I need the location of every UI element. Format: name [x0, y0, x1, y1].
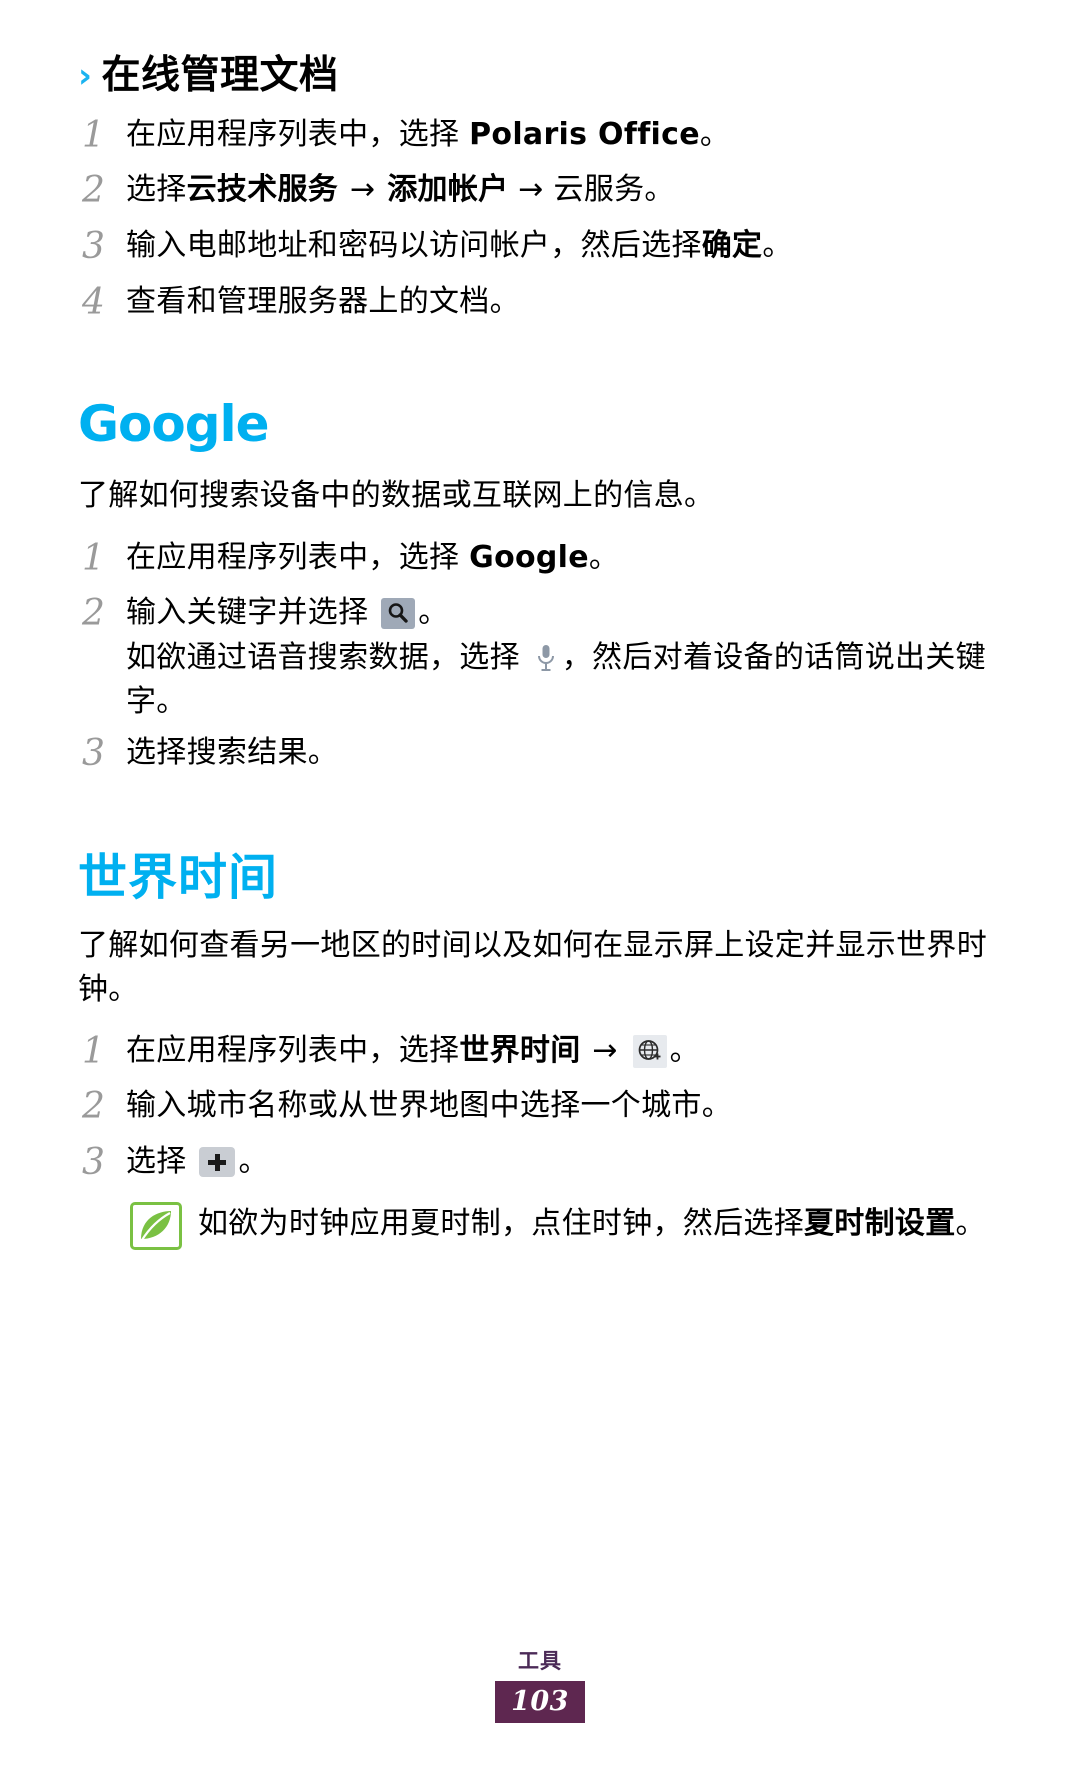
- list-item: 2 输入关键字并选择 。 如欲通过语音搜索数据，选择 ，然后对着设备的话筒说出关…: [78, 589, 1000, 723]
- step-text: 选择 。: [126, 1138, 1000, 1183]
- world-time-steps: 1 在应用程序列表中，选择世界时间 → 。 2 输入城市名称或从世界地图中选择一…: [78, 1027, 1000, 1188]
- note-leaf-icon: [130, 1201, 182, 1250]
- step-substep-text: 如欲通过语音搜索数据，选择 ，然后对着设备的话筒说出关键字。: [126, 636, 1000, 722]
- step-text-part: 。: [669, 1032, 700, 1068]
- step-text: 选择搜索结果。: [126, 734, 339, 770]
- note-text-part: 。: [955, 1205, 986, 1241]
- step-text-emphasis: 确定: [701, 228, 763, 264]
- step-text-part: 在应用程序列表中，选择: [126, 539, 470, 575]
- google-intro-paragraph: 了解如何搜索设备中的数据或互联网上的信息。: [78, 478, 715, 514]
- step-number: 3: [82, 1142, 105, 1184]
- list-item: 3 选择搜索结果。: [78, 729, 1000, 779]
- google-steps: 1 在应用程序列表中，选择 Google。 2 输入关键字并选择 。 如欲通过语…: [78, 534, 1000, 779]
- list-item: 3 选择 。: [78, 1138, 1000, 1188]
- step-number: 4: [82, 281, 105, 323]
- note-text-emphasis: 夏时制设置: [804, 1205, 956, 1241]
- list-item: 1 在应用程序列表中，选择 Polaris Office。: [78, 111, 1000, 161]
- list-item: 2 输入城市名称或从世界地图中选择一个城市。: [78, 1082, 1000, 1132]
- step-number: 3: [82, 226, 105, 268]
- note-text: 如欲为时钟应用夏时制，点住时钟，然后选择夏时制设置。: [198, 1202, 986, 1246]
- microphone-icon: [533, 642, 559, 674]
- step-text: 输入关键字并选择 。 如欲通过语音搜索数据，选择 ，然后对着设备的话筒说出关键字…: [126, 589, 1000, 723]
- step-text-part: → 云服务。: [508, 172, 675, 208]
- step-text: 在应用程序列表中，选择 Google。: [126, 534, 1000, 579]
- step-number: 1: [82, 1030, 105, 1072]
- chevron-right-icon: ›: [78, 56, 93, 96]
- subsection-heading-text: 在线管理文档: [101, 53, 339, 98]
- step-text: 查看和管理服务器上的文档。: [126, 283, 520, 319]
- step-text: 输入电邮地址和密码以访问帐户，然后选择确定。: [126, 222, 1000, 267]
- step-text-emphasis: 云技术服务: [186, 172, 339, 208]
- step-text-emphasis: 添加帐户: [387, 172, 509, 208]
- step-text-emphasis: 世界时间: [459, 1032, 581, 1068]
- step-text-part: 。: [762, 228, 793, 264]
- arrow-separator: →: [582, 1032, 628, 1068]
- step-text-part: 。: [588, 539, 620, 575]
- step-text-part: 。: [238, 1144, 269, 1180]
- section-heading-world-time: 世界时间: [78, 848, 279, 906]
- step-text-part: 输入电邮地址和密码以访问帐户，然后选择: [126, 228, 702, 264]
- step-text-part: 。: [418, 595, 449, 631]
- section-heading-google: Google: [78, 395, 270, 454]
- plus-icon: [199, 1147, 236, 1178]
- list-item: 3 输入电邮地址和密码以访问帐户，然后选择确定。: [78, 222, 1000, 272]
- manual-page: › 在线管理文档 1 在应用程序列表中，选择 Polaris Office。 2…: [0, 0, 1080, 1771]
- subsection-heading: › 在线管理文档: [78, 52, 1000, 101]
- substep-text-part: 如欲通过语音搜索数据，选择: [126, 640, 530, 676]
- step-text-part: 。: [699, 116, 731, 152]
- search-icon: [381, 598, 416, 630]
- step-text-part: 选择: [126, 172, 187, 208]
- step-text-part: 在应用程序列表中，选择: [126, 1032, 460, 1068]
- step-text-part: 输入关键字并选择: [126, 595, 379, 631]
- step-text: 输入城市名称或从世界地图中选择一个城市。: [126, 1088, 732, 1124]
- step-number: 2: [82, 593, 105, 635]
- subsection-steps: 1 在应用程序列表中，选择 Polaris Office。 2 选择云技术服务 …: [78, 111, 1000, 328]
- step-text-emphasis: Google: [469, 539, 589, 575]
- note-text-part: 如欲为时钟应用夏时制，点住时钟，然后选择: [198, 1205, 804, 1241]
- globe-add-icon: [632, 1034, 667, 1068]
- note-callout: 如欲为时钟应用夏时制，点住时钟，然后选择夏时制设置。: [130, 1201, 1000, 1250]
- arrow-separator: →: [340, 172, 386, 208]
- step-number: 1: [82, 537, 105, 579]
- step-number: 1: [82, 114, 105, 156]
- step-text: 选择云技术服务 → 添加帐户 → 云服务。: [126, 166, 1000, 211]
- footer-page-number: 103: [495, 1681, 585, 1723]
- step-text: 在应用程序列表中，选择 Polaris Office。: [126, 111, 1000, 156]
- step-text-part: 选择: [126, 1144, 197, 1180]
- page-footer: 工具 103: [0, 1645, 1080, 1723]
- list-item: 2 选择云技术服务 → 添加帐户 → 云服务。: [78, 166, 1000, 216]
- step-text-emphasis: Polaris Office: [469, 116, 700, 152]
- step-text-part: 在应用程序列表中，选择: [126, 116, 470, 152]
- list-item: 4 查看和管理服务器上的文档。: [78, 278, 1000, 328]
- list-item: 1 在应用程序列表中，选择 Google。: [78, 534, 1000, 584]
- list-item: 1 在应用程序列表中，选择世界时间 → 。: [78, 1027, 1000, 1077]
- step-number: 2: [82, 170, 105, 212]
- step-text: 在应用程序列表中，选择世界时间 → 。: [126, 1027, 1000, 1072]
- step-number: 3: [82, 732, 105, 774]
- world-time-intro-paragraph: 了解如何查看另一地区的时间以及如何在显示屏上设定并显示世界时钟。: [78, 928, 987, 1007]
- step-number: 2: [82, 1086, 105, 1128]
- footer-section-label: 工具: [518, 1649, 562, 1673]
